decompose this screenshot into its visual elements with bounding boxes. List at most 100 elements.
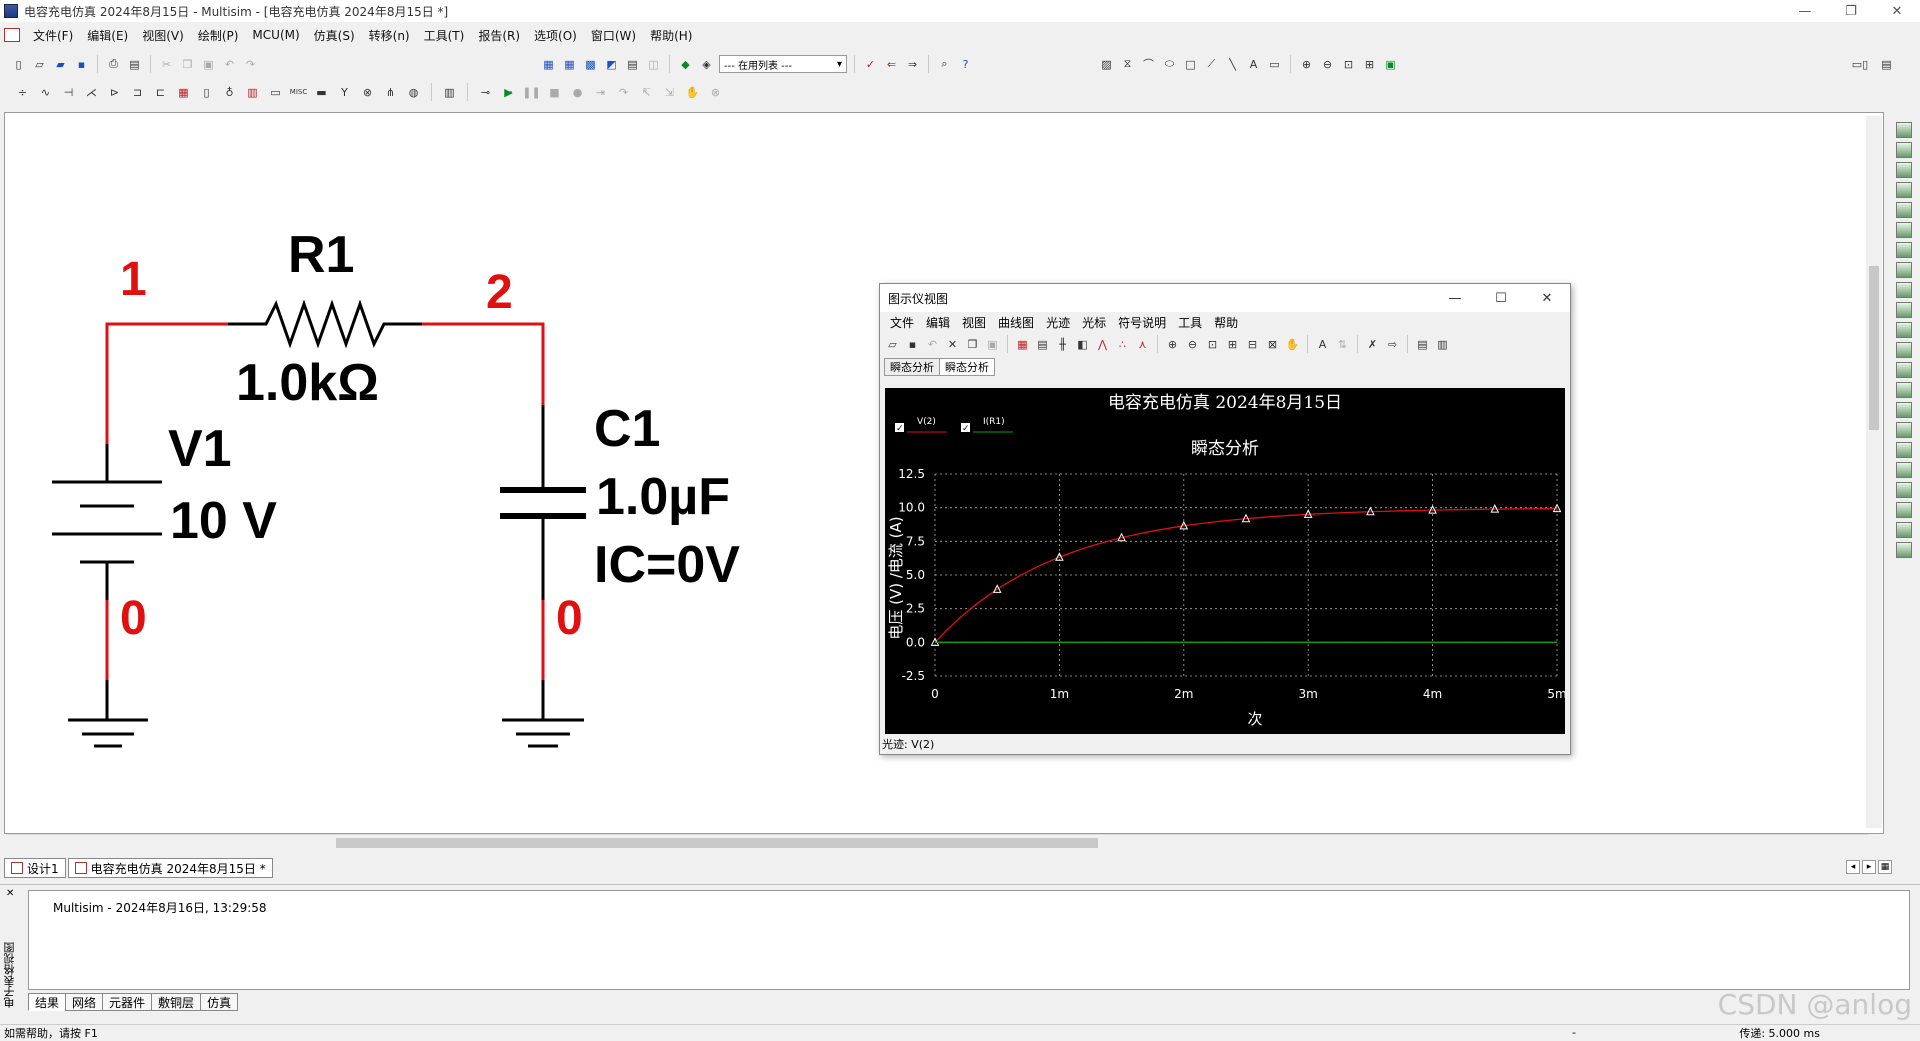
- sheet-list-icon[interactable]: ▦: [1878, 860, 1892, 874]
- logic-analyzer-icon[interactable]: [1896, 302, 1912, 318]
- grapher-menu-cursor[interactable]: 光标: [1076, 314, 1112, 331]
- place-bus-icon[interactable]: ⊸: [477, 84, 494, 101]
- grapher-text-icon[interactable]: A: [1314, 336, 1331, 353]
- four-channel-oscilloscope-icon[interactable]: [1896, 202, 1912, 218]
- save-icon[interactable]: ▪: [73, 56, 90, 73]
- menu-tools[interactable]: 工具(T): [417, 27, 472, 44]
- arc-icon[interactable]: ⌒: [1140, 56, 1157, 73]
- grapher-plot-area[interactable]: 电容充电仿真 2024年8月15日 瞬态分析 ✓ V(2) ✓ I(R1) 0 1m 2m 3m 4…: [885, 388, 1567, 734]
- step-into-icon[interactable]: ⇥: [592, 84, 609, 101]
- redo-icon[interactable]: ↷: [242, 56, 259, 73]
- tab-simulation[interactable]: 仿真: [200, 993, 239, 1011]
- place-mixed-icon[interactable]: ▯: [198, 84, 215, 101]
- minimize-button[interactable]: —: [1782, 0, 1828, 22]
- tab-nets[interactable]: 网络: [65, 993, 104, 1011]
- open-sample-icon[interactable]: ▰: [52, 56, 69, 73]
- panel-icon[interactable]: ▤: [1878, 56, 1895, 73]
- new-icon[interactable]: ▯: [10, 56, 27, 73]
- grapher-markers-icon[interactable]: ⋏: [1134, 336, 1151, 353]
- grapher-copy-icon[interactable]: ❐: [964, 336, 981, 353]
- menu-options[interactable]: 选项(O): [527, 27, 584, 44]
- current-probe-icon[interactable]: [1896, 522, 1912, 538]
- place-misc-label-icon[interactable]: MISC: [290, 84, 307, 101]
- place-misc-icon[interactable]: ▭: [267, 84, 284, 101]
- grapher-data-points-icon[interactable]: ∴: [1114, 336, 1131, 353]
- document-menu-icon[interactable]: [4, 28, 20, 42]
- grapher-menu-file[interactable]: 文件: [884, 314, 920, 331]
- network-analyzer-icon[interactable]: [1896, 382, 1912, 398]
- paste-icon[interactable]: ▣: [200, 56, 217, 73]
- frequency-counter-icon[interactable]: [1896, 242, 1912, 258]
- copy-icon[interactable]: ❐: [179, 56, 196, 73]
- ellipse-icon[interactable]: ⬭: [1161, 56, 1178, 73]
- full-screen-icon[interactable]: ▣: [1382, 56, 1399, 73]
- distortion-analyzer-icon[interactable]: [1896, 342, 1912, 358]
- grapher-menu-tools[interactable]: 工具: [1172, 314, 1208, 331]
- restore-button[interactable]: ❐: [1828, 0, 1874, 22]
- grapher-print-icon[interactable]: ▤: [1414, 336, 1431, 353]
- agilent-generator-icon[interactable]: [1896, 402, 1912, 418]
- zoom-area-icon[interactable]: ⊡: [1340, 56, 1357, 73]
- picture-icon[interactable]: ▨: [1098, 56, 1115, 73]
- grapher-open-icon[interactable]: ▱: [884, 336, 901, 353]
- grapher-zoom-out-icon[interactable]: ⊖: [1184, 336, 1201, 353]
- grapher-tab-transient-2[interactable]: 瞬态分析: [939, 358, 995, 376]
- step-over-icon[interactable]: ↷: [615, 84, 632, 101]
- menu-edit[interactable]: 编辑(E): [80, 27, 135, 44]
- tab-results[interactable]: 结果: [28, 993, 67, 1011]
- open-icon[interactable]: ▱: [31, 56, 48, 73]
- grapher-color-icon[interactable]: ✗: [1364, 336, 1381, 353]
- grapher-menu-view[interactable]: 视图: [956, 314, 992, 331]
- stop-simulation-icon[interactable]: ■: [546, 84, 563, 101]
- tektronix-oscilloscope-icon[interactable]: [1896, 462, 1912, 478]
- horizontal-scrollbar[interactable]: [6, 834, 1868, 850]
- agilent-multimeter-icon[interactable]: [1896, 422, 1912, 438]
- grapher-print-preview-icon[interactable]: ▥: [1434, 336, 1451, 353]
- in-use-list-select[interactable]: --- 在用列表 --- ▾: [719, 55, 847, 73]
- wattmeter-icon[interactable]: [1896, 162, 1912, 178]
- vertical-scroll-thumb[interactable]: [1869, 266, 1879, 430]
- vertical-scrollbar[interactable]: [1866, 116, 1882, 828]
- agilent-oscilloscope-icon[interactable]: [1896, 442, 1912, 458]
- place-analog-icon[interactable]: ⊳: [106, 84, 123, 101]
- panel-toggle-icon[interactable]: ▭▯: [1846, 56, 1874, 73]
- place-basic-icon[interactable]: ∿: [37, 84, 54, 101]
- place-mcu-icon[interactable]: ▦: [175, 84, 192, 101]
- sheet-next-icon[interactable]: ▸: [1862, 860, 1876, 874]
- logic-converter-icon[interactable]: [1896, 282, 1912, 298]
- toggle-breakpoint-icon[interactable]: ✋: [684, 84, 701, 101]
- polyline-icon[interactable]: ⟋: [1203, 56, 1220, 73]
- grapher-overlay-icon[interactable]: ◧: [1074, 336, 1091, 353]
- run-to-cursor-icon[interactable]: ⇲: [661, 84, 678, 101]
- postprocessor-icon[interactable]: ▤: [624, 56, 641, 73]
- place-transistor-icon[interactable]: ⋌: [83, 84, 100, 101]
- place-rf-icon[interactable]: Y: [336, 84, 353, 101]
- bode-plotter-icon[interactable]: [1896, 222, 1912, 238]
- forward-annotate-icon[interactable]: ⇒: [904, 56, 921, 73]
- grapher-export-icon[interactable]: ⇨: [1384, 336, 1401, 353]
- component-wizard-icon[interactable]: ◫: [645, 56, 662, 73]
- design-toolbox-icon[interactable]: ▦: [540, 56, 557, 73]
- zoom-sheet-icon[interactable]: ⊞: [1361, 56, 1378, 73]
- rectangle-icon[interactable]: □: [1182, 56, 1199, 73]
- tab-copper-layers[interactable]: 敷铜层: [151, 993, 202, 1011]
- create-component-icon[interactable]: ◆: [677, 56, 694, 73]
- grapher-select-marks-icon[interactable]: ⋀: [1094, 336, 1111, 353]
- horizontal-scroll-thumb[interactable]: [336, 838, 1098, 848]
- grapher-menu-legend[interactable]: 符号说明: [1112, 314, 1172, 331]
- grapher-cursors-icon[interactable]: ╫: [1054, 336, 1071, 353]
- grapher-minimize-button[interactable]: —: [1432, 284, 1478, 312]
- place-ni-icon[interactable]: ⋔: [382, 84, 399, 101]
- zoom-out-icon[interactable]: ⊖: [1319, 56, 1336, 73]
- labview-instrument-icon[interactable]: [1896, 482, 1912, 498]
- step-out-icon[interactable]: ↸: [638, 84, 655, 101]
- oscilloscope-icon[interactable]: [1896, 182, 1912, 198]
- place-ttl-icon[interactable]: ⊐: [129, 84, 146, 101]
- run-simulation-icon[interactable]: ▶: [500, 84, 517, 101]
- place-connector-icon[interactable]: ◍: [405, 84, 422, 101]
- menu-file[interactable]: 文件(F): [26, 27, 80, 44]
- place-hierarchical-icon[interactable]: ▥: [441, 84, 458, 101]
- remove-breakpoints-icon[interactable]: ⊗: [707, 84, 724, 101]
- spectrum-analyzer-icon[interactable]: [1896, 362, 1912, 378]
- grapher-menu-help[interactable]: 帮助: [1208, 314, 1244, 331]
